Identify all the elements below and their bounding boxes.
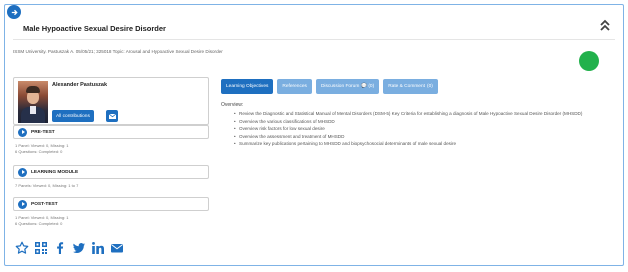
- section-stats: 1 Panel: Viewed: 0, Missing: 1 6 Questio…: [15, 215, 69, 227]
- qr-code-icon[interactable]: [34, 241, 48, 255]
- play-icon: [18, 199, 27, 209]
- envelope-icon: [108, 113, 116, 119]
- section-label: POST-TEST: [31, 201, 58, 207]
- list-item: Summarize key publications pertaining to…: [221, 140, 611, 148]
- course-card: Male Hypoactive Sexual Desire Disorder I…: [4, 4, 624, 266]
- tab-label: Discussion Forum: [320, 84, 360, 89]
- stat-line: 6 Questions: Completed: 0: [15, 221, 63, 226]
- section-label: PRE-TEST: [31, 129, 55, 135]
- collapse-up-icon[interactable]: [599, 18, 611, 32]
- author-box: Alexander Pastuszak All contributions: [13, 77, 209, 125]
- play-icon: [18, 127, 27, 137]
- tab-count: (0): [426, 84, 433, 89]
- tab-references[interactable]: References: [277, 79, 312, 94]
- overview-heading: Overview:: [221, 102, 244, 108]
- course-citation: ISSM University. Pastuszak A. 05/05/21; …: [13, 49, 223, 54]
- author-name: Alexander Pastuszak: [52, 82, 108, 88]
- list-item: Overview the various classifications of …: [221, 118, 611, 126]
- list-item: Overview risk factors for low sexual des…: [221, 125, 611, 133]
- section-label: LEARNING MODULE: [31, 169, 79, 175]
- tab-label: Rate & Comment: [388, 84, 425, 89]
- tab-learning-objectives[interactable]: Learning Objectives: [221, 79, 274, 94]
- section-learning-module[interactable]: LEARNING MODULE: [13, 165, 209, 179]
- tab-count: (0): [368, 84, 375, 89]
- facebook-icon[interactable]: [53, 241, 67, 255]
- arrow-right-icon[interactable]: [7, 5, 21, 19]
- list-item: Overview the assessment and treatment of…: [221, 133, 611, 141]
- section-stats: 7 Panels: Viewed: 0, Missing: 1 to 7: [15, 183, 78, 189]
- star-icon[interactable]: [15, 241, 29, 255]
- list-item: Review the Diagnostic and Statistical Ma…: [221, 110, 611, 118]
- linkedin-icon[interactable]: [91, 241, 105, 255]
- course-title: Male Hypoactive Sexual Desire Disorder: [23, 24, 166, 33]
- tab-rate-comment[interactable]: Rate & Comment (0): [383, 79, 438, 94]
- tab-discussion-forum[interactable]: Discussion Forum 💬 (0): [315, 79, 380, 94]
- comments-icon: 💬: [361, 84, 368, 89]
- stat-line: 7 Panels: Viewed: 0, Missing: 1 to 7: [15, 183, 79, 188]
- play-icon: [18, 167, 27, 177]
- twitter-icon[interactable]: [72, 241, 86, 255]
- status-indicator: [579, 51, 599, 71]
- tab-label: Learning Objectives: [226, 84, 269, 89]
- tab-label: References: [282, 84, 307, 89]
- section-post-test[interactable]: POST-TEST: [13, 197, 209, 211]
- share-bar: [15, 241, 124, 255]
- section-stats: 1 Panel: Viewed: 0, Missing: 1 6 Questio…: [15, 143, 69, 155]
- email-icon[interactable]: [110, 241, 124, 255]
- avatar: [18, 81, 48, 123]
- all-contributions-button[interactable]: All contributions: [52, 110, 94, 122]
- tab-bar: Learning Objectives References Discussio…: [221, 79, 438, 94]
- stat-line: 6 Questions: Completed: 0: [15, 149, 63, 154]
- contact-author-button[interactable]: [106, 110, 118, 122]
- divider: [13, 39, 615, 40]
- section-pre-test[interactable]: PRE-TEST: [13, 125, 209, 139]
- objectives-list: Review the Diagnostic and Statistical Ma…: [221, 110, 611, 148]
